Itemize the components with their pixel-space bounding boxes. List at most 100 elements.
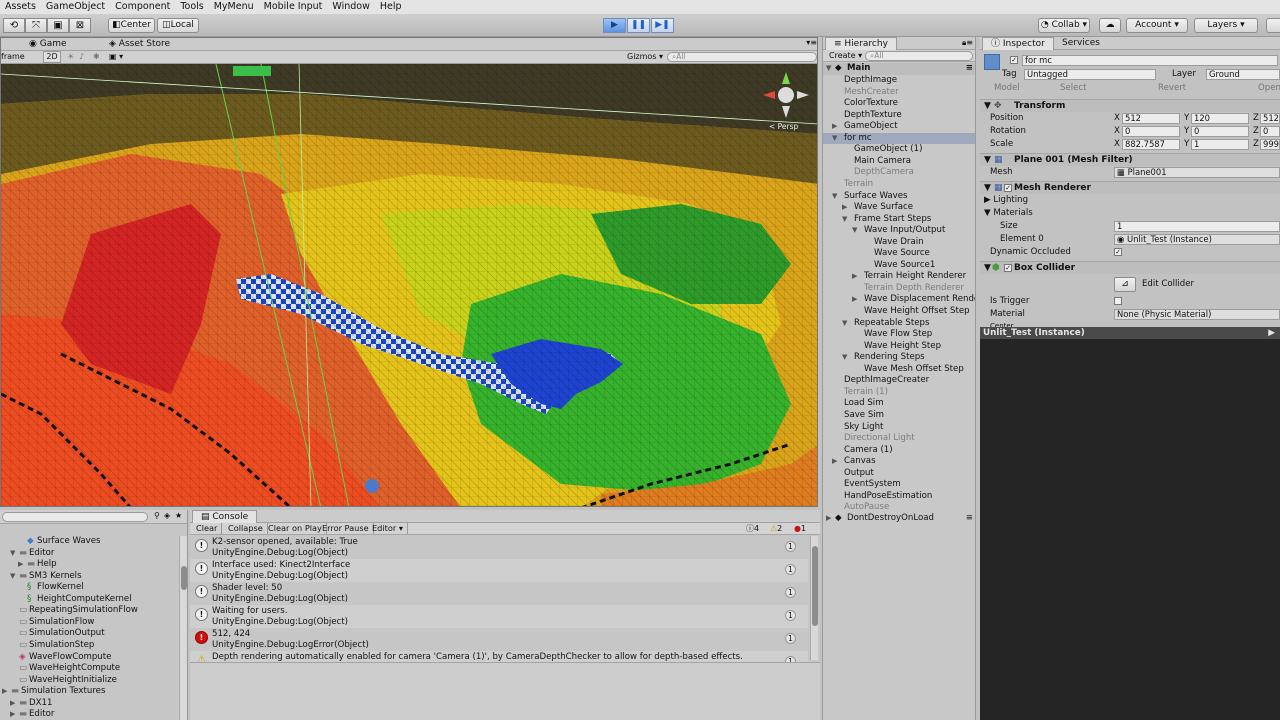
project-item[interactable]: ▭ SimulationOutput xyxy=(0,628,178,640)
hierarchy-item[interactable]: ▶ GameObject xyxy=(823,121,975,133)
console-log-entry[interactable]: ! Shader level: 50 UnityEngine.Debug:Log(O… xyxy=(190,582,808,605)
filter-label-icon[interactable]: ◈ xyxy=(164,511,170,520)
lighting-foldout[interactable]: ▶ Lighting xyxy=(984,194,1028,206)
project-item[interactable]: ▭ WaveHeightCompute xyxy=(0,663,178,675)
scene-search-input[interactable]: ⌕All xyxy=(667,52,817,62)
mesh-field[interactable]: ▦ Plane001 xyxy=(1114,167,1280,178)
pivot-center-button[interactable]: ◧Center xyxy=(108,18,155,33)
dynamic-occluded-checkbox[interactable]: ✓ xyxy=(1114,246,1122,258)
expand-arrow-icon[interactable]: ▶ xyxy=(2,686,7,698)
hierarchy-item[interactable]: Wave Mesh Offset Step xyxy=(823,364,975,376)
menu-mymenu[interactable]: MyMenu xyxy=(209,0,259,14)
tab-console[interactable]: ▤ Console xyxy=(192,510,258,523)
project-item[interactable]: ▭ SimulationStep xyxy=(0,640,178,652)
project-item[interactable]: § FlowKernel xyxy=(0,582,178,594)
tab-asset-store[interactable]: ◈ Asset Store xyxy=(101,38,178,51)
materials-foldout[interactable]: ▼ Materials xyxy=(984,207,1033,219)
toggle-2d-button[interactable]: 2D xyxy=(43,51,61,63)
account-dropdown[interactable]: Account ▾ xyxy=(1126,18,1188,33)
hierarchy-item[interactable]: ▼ Frame Start Steps xyxy=(823,214,975,226)
hierarchy-item[interactable]: Load Sim xyxy=(823,398,975,410)
cloud-button[interactable]: ☁ xyxy=(1099,18,1121,33)
hierarchy-item[interactable]: ▶ Wave Surface xyxy=(823,202,975,214)
edit-collider-button[interactable]: ⊿ xyxy=(1114,277,1136,292)
hierarchy-item[interactable]: HandPoseEstimation xyxy=(823,491,975,503)
active-checkbox[interactable]: ✓ xyxy=(1010,55,1018,65)
create-dropdown[interactable]: Create ▾ xyxy=(829,51,862,60)
collapse-arrow-icon[interactable]: ▼ xyxy=(842,214,847,226)
menu-tools[interactable]: Tools xyxy=(175,0,208,14)
revert-button[interactable]: Revert xyxy=(1158,82,1186,94)
is-trigger-checkbox[interactable] xyxy=(1114,295,1122,307)
collab-button[interactable]: ◔ Collab ▾ xyxy=(1038,18,1090,33)
console-log-entry[interactable]: ! K2-sensor opened, available: True UnityE… xyxy=(190,536,808,559)
hierarchy-item[interactable]: ▼ Wave Input/Output xyxy=(823,225,975,237)
expand-arrow-icon[interactable]: ▶ xyxy=(826,513,831,525)
rotation-x-field[interactable]: 0 xyxy=(1122,126,1180,137)
tab-hierarchy[interactable]: ≡ Hierarchy xyxy=(825,37,897,50)
collapse-arrow-icon[interactable]: ▼ xyxy=(852,225,857,237)
hierarchy-item[interactable]: DepthImageCreater xyxy=(823,375,975,387)
hierarchy-search-input[interactable]: ⌕All xyxy=(865,51,973,61)
expand-arrow-icon[interactable]: ▶ xyxy=(852,271,857,283)
collapse-button[interactable]: Collapse xyxy=(224,523,268,534)
materials-size-field[interactable]: 1 xyxy=(1114,221,1280,232)
element-0-field[interactable]: ◉ Unlit_Test (Instance) xyxy=(1114,234,1280,245)
transform-header[interactable]: ▼ ✥ Transform xyxy=(980,99,1280,112)
project-item[interactable]: ▭ RepeatingSimulationFlow xyxy=(0,605,178,617)
persp-label[interactable]: < Persp xyxy=(769,122,798,131)
mesh-renderer-header[interactable]: ▼ ▦ ✓ Mesh Renderer xyxy=(980,181,1280,194)
orientation-gizmo-icon[interactable] xyxy=(761,70,811,120)
hierarchy-item[interactable]: Terrain (1) xyxy=(823,387,975,399)
clear-button[interactable]: Clear xyxy=(192,523,223,534)
hierarchy-item[interactable]: Wave Source xyxy=(823,248,975,260)
hierarchy-item[interactable]: DepthTexture xyxy=(823,110,975,122)
hierarchy-item[interactable]: Camera (1) xyxy=(823,445,975,457)
project-item[interactable]: ▶ ▬ DX11 xyxy=(0,698,178,710)
expand-arrow-icon[interactable]: ▶ xyxy=(832,121,837,133)
hierarchy-item[interactable]: ▼ for mc xyxy=(823,132,975,145)
rotate-tool-icon[interactable]: ⟲ xyxy=(3,18,25,33)
effects-toggle-icon[interactable]: ✱ xyxy=(93,52,100,61)
scale-z-field[interactable]: 999. xyxy=(1260,139,1280,150)
hierarchy-item[interactable]: ▶ Canvas xyxy=(823,456,975,468)
pause-button[interactable]: ❚❚ xyxy=(627,18,650,33)
project-scroll-thumb[interactable] xyxy=(181,566,187,590)
console-log-entry[interactable]: ! Interface used: Kinect2Interface UnityEn… xyxy=(190,559,808,582)
expand-arrow-icon[interactable]: ▼ xyxy=(984,262,991,275)
expand-arrow-icon[interactable]: ▶ xyxy=(852,294,857,306)
favorite-icon[interactable]: ★ xyxy=(175,511,182,520)
hierarchy-item[interactable]: GameObject (1) xyxy=(823,144,975,156)
hierarchy-item[interactable]: ▼ Surface Waves xyxy=(823,191,975,203)
hierarchy-item[interactable]: Main Camera xyxy=(823,156,975,168)
hierarchy-item[interactable]: Terrain xyxy=(823,179,975,191)
hierarchy-item[interactable]: ▼ Rendering Steps xyxy=(823,352,975,364)
project-item[interactable]: § HeightComputeKernel xyxy=(0,594,178,606)
filter-type-icon[interactable]: ⚲ xyxy=(154,511,160,520)
tab-inspector[interactable]: ⓘ Inspector xyxy=(982,37,1054,50)
object-name-field[interactable]: for mc xyxy=(1022,55,1278,66)
console-scroll-thumb[interactable] xyxy=(812,546,818,626)
panel-menu-icon[interactable]: ▾≡ xyxy=(806,38,817,47)
pivot-local-button[interactable]: ◫Local xyxy=(157,18,199,33)
play-button[interactable]: ▶ xyxy=(603,18,626,33)
lighting-toggle-icon[interactable]: ☀ xyxy=(67,52,74,61)
expand-arrow-icon[interactable]: ▶ xyxy=(10,698,15,710)
collapse-arrow-icon[interactable]: ▼ xyxy=(842,352,847,364)
log-count-toggle[interactable]: ⓘ4 xyxy=(746,523,759,535)
project-item[interactable]: ▶ ▬ Editor xyxy=(0,709,178,720)
lock-icon[interactable]: 🔒︎≡ xyxy=(962,38,973,48)
menu-assets[interactable]: Assets xyxy=(0,0,41,14)
project-item[interactable]: ▭ WaveHeightInitialize xyxy=(0,675,178,687)
tag-dropdown[interactable]: Untagged xyxy=(1024,69,1156,80)
hierarchy-item[interactable]: Sky Light xyxy=(823,422,975,434)
hierarchy-item[interactable]: ColorTexture xyxy=(823,98,975,110)
console-log-entry[interactable]: ! 512, 424 UnityEngine.Debug:LogError(Obje… xyxy=(190,628,808,651)
rotation-y-field[interactable]: 0 xyxy=(1191,126,1249,137)
position-x-field[interactable]: 512 xyxy=(1122,113,1180,124)
box-collider-checkbox[interactable]: ✓ xyxy=(1004,262,1012,275)
project-item[interactable]: ▼ ▬ SM3 Kernels xyxy=(0,571,178,583)
gizmos-dropdown[interactable]: Gizmos ▾ xyxy=(627,52,663,61)
scene-header[interactable]: ▼ ◆ Main ≡ xyxy=(823,63,975,75)
dontdestroy-row[interactable]: ▶ ◆ DontDestroyOnLoad ≡ xyxy=(823,513,975,525)
